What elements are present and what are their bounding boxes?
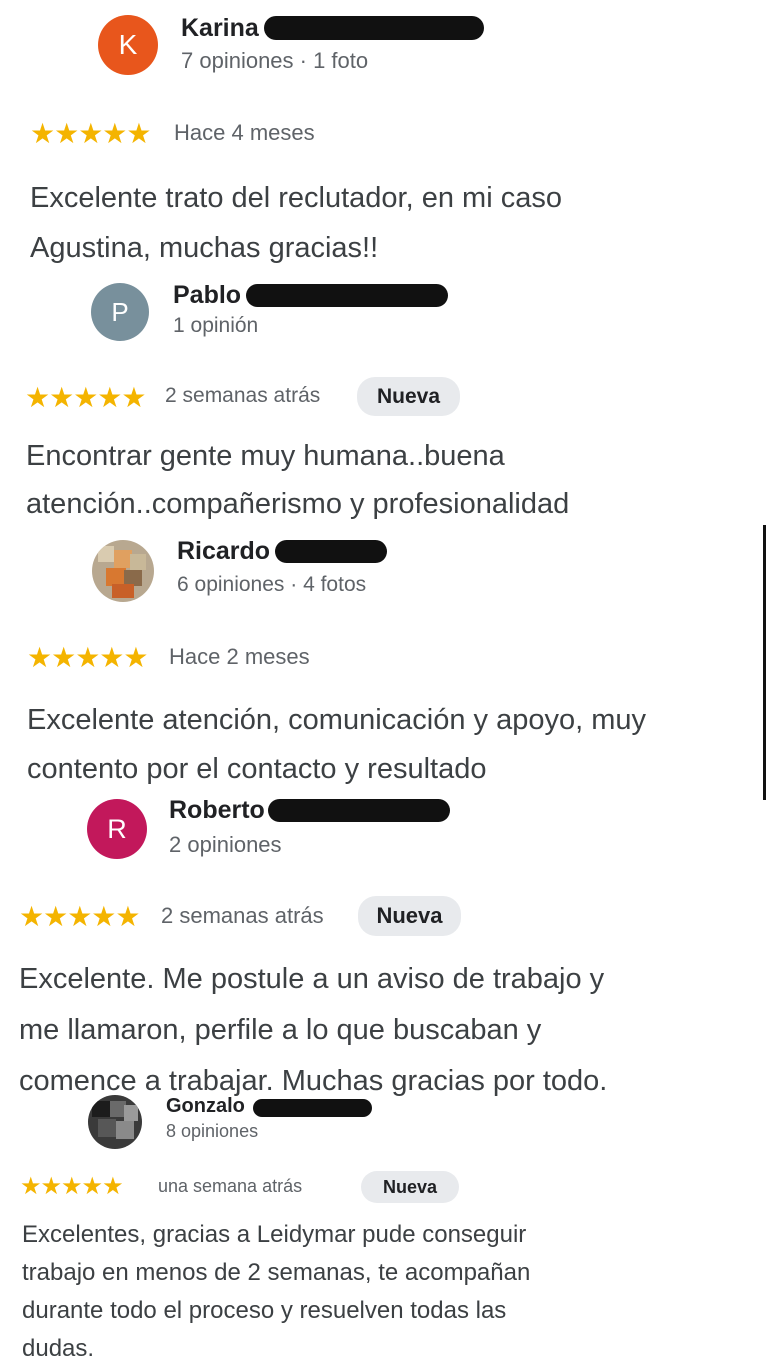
- reviewer-name[interactable]: Karina: [181, 14, 259, 43]
- review-text: Excelentes, gracias a Leidymar pude cons…: [22, 1216, 530, 1368]
- scrollbar[interactable]: [763, 525, 766, 800]
- review-text-line: Encontrar gente muy humana..buena: [26, 440, 505, 472]
- profile-photo[interactable]: [92, 540, 154, 602]
- avatar[interactable]: P: [91, 283, 149, 341]
- review-text-line: Excelentes, gracias a Leidymar pude cons…: [22, 1221, 527, 1248]
- avatar-letter: R: [107, 813, 127, 844]
- review-date: Hace 2 meses: [169, 644, 310, 669]
- profile-photo[interactable]: [88, 1095, 142, 1149]
- review-text-line: trabajo en menos de 2 semanas, te acompa…: [22, 1259, 531, 1286]
- review-text-line: dudas.: [22, 1335, 95, 1362]
- photo-pixel: [98, 1119, 116, 1137]
- photo-pixel: [130, 554, 146, 570]
- avatar[interactable]: K: [98, 15, 158, 75]
- reviewer-name[interactable]: Pablo: [173, 281, 241, 310]
- new-badge: Nueva: [357, 377, 460, 416]
- review-date: Hace 4 meses: [174, 120, 315, 145]
- photo-pixel: [92, 1101, 110, 1117]
- review-text-line: durante todo el proceso y resuelven toda…: [22, 1297, 507, 1324]
- review-text: Excelente atención, comunicación y apoyo…: [27, 696, 646, 794]
- review-text: Excelente. Me postule a un aviso de trab…: [19, 954, 607, 1107]
- reviewer-name[interactable]: Roberto: [169, 796, 265, 825]
- redaction-bar: [264, 16, 484, 40]
- reviewer-meta: 7 opiniones · 1 foto: [181, 48, 369, 73]
- review-text-line: atención..compañerismo y profesionalidad: [26, 488, 570, 520]
- new-badge: Nueva: [358, 896, 461, 936]
- review-text: Excelente trato del reclutador, en mi ca…: [30, 173, 562, 273]
- avatar[interactable]: R: [87, 799, 147, 859]
- review-text-line: Excelente trato del reclutador, en mi ca…: [30, 182, 562, 214]
- redaction-bar: [253, 1099, 372, 1117]
- review-date: una semana atrás: [158, 1176, 303, 1196]
- review-text: Encontrar gente muy humana..buena atenci…: [26, 432, 569, 528]
- avatar-letter: K: [118, 29, 138, 60]
- star-rating: ★★★★★: [19, 901, 141, 932]
- reviewer-name[interactable]: Ricardo: [177, 537, 270, 566]
- new-badge: Nueva: [361, 1171, 459, 1203]
- star-rating: ★★★★★: [25, 382, 147, 413]
- reviewer-meta: 8 opiniones: [166, 1121, 259, 1141]
- reviewer-meta: 2 opiniones: [169, 832, 282, 857]
- review-date: 2 semanas atrás: [161, 903, 324, 928]
- reviewer-meta: 6 opiniones · 4 fotos: [177, 573, 367, 596]
- photo-pixel: [124, 1105, 138, 1121]
- star-rating: ★★★★★: [27, 642, 149, 673]
- photo-pixel: [116, 1121, 134, 1139]
- star-rating: ★★★★★: [30, 118, 152, 149]
- review-text-line: Excelente atención, comunicación y apoyo…: [27, 704, 647, 736]
- review-text-line: Agustina, muchas gracias!!: [30, 232, 379, 264]
- review-text-line: contento por el contacto y resultado: [27, 753, 487, 785]
- photo-pixel: [98, 546, 114, 562]
- review-date: 2 semanas atrás: [165, 384, 321, 407]
- photo-pixel: [112, 584, 134, 598]
- avatar-letter: P: [111, 296, 129, 327]
- star-rating: ★★★★★: [20, 1173, 124, 1200]
- redaction-bar: [246, 284, 448, 307]
- review-text-line: me llamaron, perfile a lo que buscaban y: [19, 1014, 542, 1046]
- reviewer-meta: 1 opinión: [173, 314, 259, 337]
- review-text-line: Excelente. Me postule a un aviso de trab…: [19, 963, 605, 995]
- redaction-bar: [268, 799, 450, 822]
- redaction-bar: [275, 540, 387, 563]
- reviewer-name[interactable]: Gonzalo: [166, 1095, 245, 1118]
